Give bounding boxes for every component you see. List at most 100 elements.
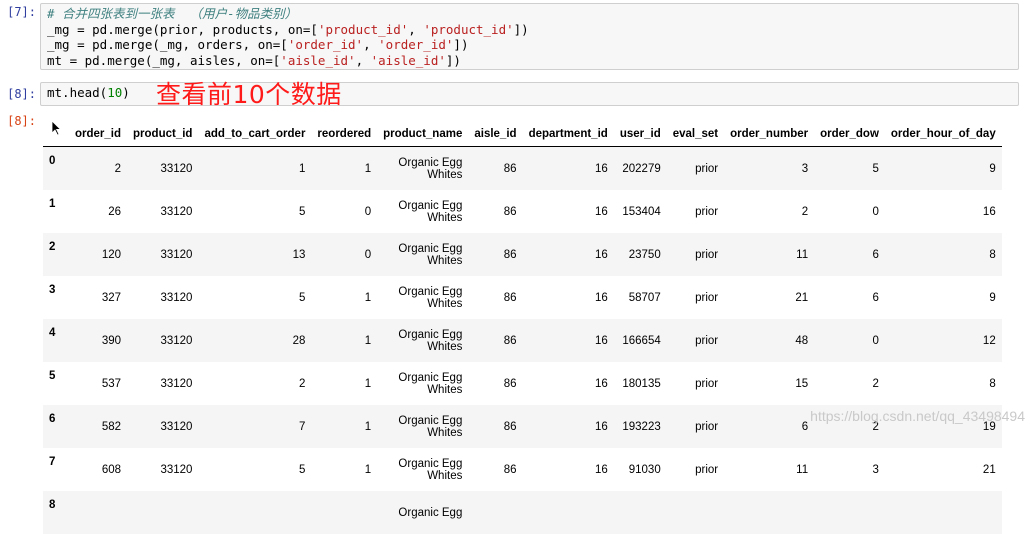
table-cell: 9 bbox=[989, 291, 996, 304]
code-token: ) bbox=[122, 85, 130, 100]
table-row: 0 2 33120 1 1 Organic Egg Whites 86 16 202279 pri… bbox=[43, 146, 1002, 190]
table-cell: 1 bbox=[364, 420, 372, 433]
table-cell: 33120 bbox=[160, 377, 193, 390]
code-token: mt.head( bbox=[47, 85, 108, 100]
row-index: 6 bbox=[49, 413, 56, 425]
table-cell: Organic Egg Whites bbox=[398, 156, 463, 181]
table-cell: 86 bbox=[503, 377, 517, 390]
table-cell bbox=[724, 491, 814, 534]
table-header-row: order_id product_id add_to_cart_order reord… bbox=[43, 122, 1002, 147]
code-cell-7[interactable]: # 合并四张表到一张表 （用户-物品类别） _mg = pd.merge(prio… bbox=[40, 3, 1019, 70]
table-row: 7 608 33120 5 1 Organic Egg Whites 86 16 91030 pr… bbox=[43, 448, 1002, 491]
table-row: 4 390 33120 28 1 Organic Egg Whites 86 16 166654… bbox=[43, 319, 1002, 362]
column-header: reordered bbox=[311, 122, 378, 147]
column-header: order_hour_of_day bbox=[884, 122, 1002, 147]
table-cell: 11 bbox=[796, 248, 809, 261]
code-token: _mg = pd.merge(_mg, orders, on=[ bbox=[47, 37, 288, 52]
table-cell: 1 bbox=[364, 463, 372, 476]
row-index: 3 bbox=[49, 284, 56, 296]
table-cell: 33120 bbox=[160, 205, 193, 218]
table-cell: 86 bbox=[503, 248, 517, 261]
table-cell: 5 bbox=[299, 463, 306, 476]
table-cell: 5 bbox=[872, 162, 879, 175]
table-cell: 0 bbox=[872, 205, 879, 218]
table-cell bbox=[311, 491, 377, 534]
red-annotation-text: 查看前10个数据 bbox=[156, 80, 342, 109]
column-header: aisle_id bbox=[468, 122, 523, 147]
code-line: _mg = pd.merge(_mg, orders, on=['order_i… bbox=[47, 37, 1012, 53]
table-cell: 120 bbox=[101, 248, 122, 261]
table-cell: 1 bbox=[364, 334, 372, 347]
table-cell: 2 bbox=[801, 205, 809, 218]
table-cell: 13 bbox=[292, 248, 306, 261]
table-cell: 1 bbox=[364, 377, 372, 390]
table-cell: 91030 bbox=[628, 463, 661, 476]
column-header: product_name bbox=[377, 122, 469, 147]
table-cell: prior bbox=[695, 463, 719, 476]
table-cell: prior bbox=[695, 291, 719, 304]
table-cell: 608 bbox=[101, 463, 122, 476]
column-header: eval_set bbox=[666, 122, 725, 147]
table-cell: 0 bbox=[364, 248, 372, 261]
table-cell bbox=[814, 491, 885, 534]
column-header: order_id bbox=[69, 122, 128, 147]
code-token: 'order_id' bbox=[287, 37, 364, 52]
table-cell: 26 bbox=[108, 205, 122, 218]
cell-8-prompt: [8]: bbox=[7, 87, 36, 101]
row-index: 1 bbox=[49, 198, 56, 210]
table-cell: 33120 bbox=[160, 291, 193, 304]
table-cell: 3 bbox=[801, 162, 809, 175]
table-row: 8 Organic Egg bbox=[43, 491, 1002, 534]
table-cell: 166654 bbox=[622, 334, 661, 347]
code-token: 'product_id' bbox=[317, 21, 409, 37]
column-header: order_number bbox=[724, 122, 815, 147]
column-header bbox=[43, 122, 69, 147]
table-cell: 16 bbox=[982, 205, 996, 218]
table-cell: 16 bbox=[595, 377, 608, 390]
column-header: user_id bbox=[613, 122, 667, 147]
table-cell: 33120 bbox=[160, 162, 193, 175]
table-cell: prior bbox=[695, 248, 719, 261]
table-cell: 16 bbox=[595, 248, 608, 261]
table-cell bbox=[667, 491, 724, 534]
code-line: # 合并四张表到一张表 （用户-物品类别） bbox=[47, 6, 1012, 22]
cell-8-output-prompt: [8]: bbox=[7, 114, 36, 128]
code-token: _mg = pd.merge(prior, products, on=[ bbox=[47, 21, 318, 37]
table-row: 5 537 33120 2 1 Organic Egg Whites 86 16 180135 p… bbox=[43, 362, 1002, 405]
table-cell: 5 bbox=[299, 291, 306, 304]
table-cell: 0 bbox=[872, 334, 879, 347]
table-cell: 16 bbox=[595, 291, 608, 304]
table-cell: 3 bbox=[872, 463, 879, 476]
table-cell: 16 bbox=[595, 463, 608, 476]
table-cell: 16 bbox=[595, 162, 608, 175]
row-index: 8 bbox=[49, 499, 56, 511]
table-cell: 5 bbox=[299, 205, 306, 218]
code-token: 10 bbox=[107, 85, 123, 100]
row-index: 4 bbox=[49, 327, 56, 339]
code-token: 'order_id' bbox=[378, 37, 454, 52]
table-cell: Organic Egg Whites bbox=[398, 242, 463, 267]
table-cell: 16 bbox=[595, 420, 608, 433]
table-cell: Organic Egg Whites bbox=[398, 371, 463, 396]
table-cell: 1 bbox=[364, 162, 372, 175]
table-cell: 180135 bbox=[622, 377, 661, 390]
table-cell: 21 bbox=[795, 291, 809, 304]
table-cell: 8 bbox=[989, 377, 996, 390]
table-cell: prior bbox=[695, 162, 719, 175]
row-index: 2 bbox=[49, 241, 56, 253]
table-cell: 582 bbox=[101, 420, 122, 433]
column-header: department_id bbox=[522, 122, 614, 147]
code-token: , bbox=[408, 21, 424, 37]
code-token: 'product_id' bbox=[423, 21, 514, 37]
table-cell: prior bbox=[695, 377, 719, 390]
table-cell: 86 bbox=[503, 420, 517, 433]
code-line: mt = pd.merge(_mg, aisles, on=['aisle_id… bbox=[47, 53, 1012, 69]
dataframe-table: order_id product_id add_to_cart_order reord… bbox=[43, 122, 1002, 534]
column-header: product_id bbox=[127, 122, 199, 147]
table-cell bbox=[614, 491, 667, 534]
code-token: ]) bbox=[445, 52, 461, 68]
table-cell bbox=[468, 491, 522, 534]
table-cell: 8 bbox=[989, 248, 996, 261]
row-index: 0 bbox=[49, 155, 56, 167]
table-cell: 28 bbox=[292, 334, 306, 347]
